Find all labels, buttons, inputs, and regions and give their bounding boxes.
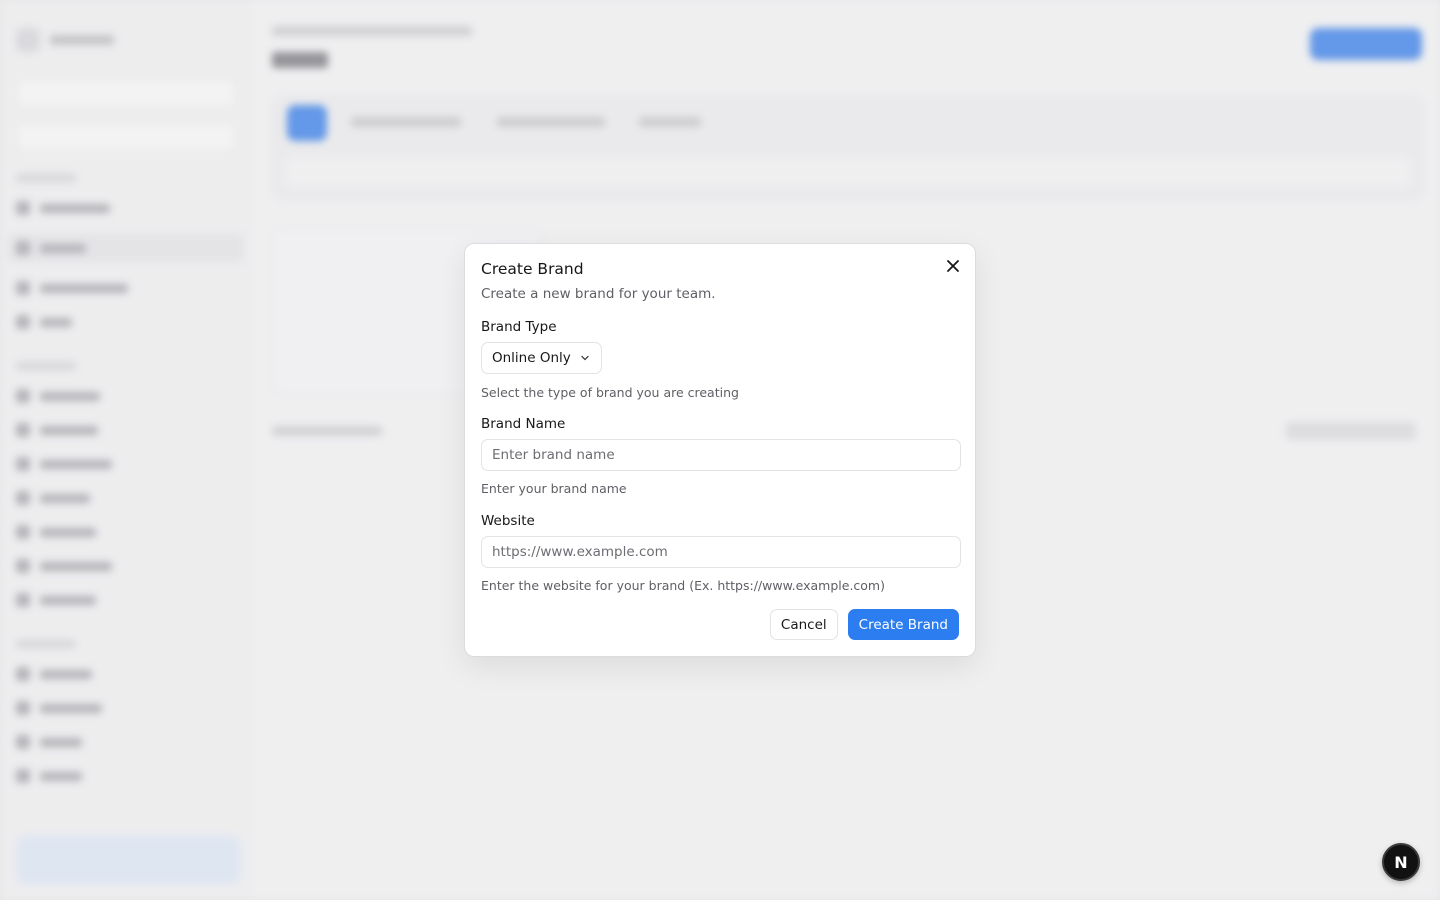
dialog-title: Create Brand: [481, 260, 584, 278]
brand-type-field: Brand Type Online Only Select the type o…: [481, 319, 959, 400]
brand-type-value: Online Only: [492, 350, 571, 366]
dev-tools-letter: N: [1394, 852, 1408, 872]
website-field: Website Enter the website for your brand…: [481, 513, 961, 593]
brand-type-select[interactable]: Online Only: [481, 342, 602, 374]
brand-type-label: Brand Type: [481, 319, 557, 335]
website-help: Enter the website for your brand (Ex. ht…: [481, 578, 885, 593]
dialog-footer: Cancel Create Brand: [769, 609, 959, 640]
chevron-down-icon: [581, 355, 589, 361]
create-brand-button[interactable]: Create Brand: [847, 609, 959, 640]
brand-name-help: Enter your brand name: [481, 481, 627, 496]
website-input[interactable]: [481, 536, 961, 568]
website-label: Website: [481, 513, 535, 529]
brand-name-field: Brand Name Enter your brand name: [481, 416, 961, 496]
dev-tools-badge[interactable]: N: [1382, 843, 1420, 881]
brand-type-help: Select the type of brand you are creatin…: [481, 385, 739, 400]
brand-name-label: Brand Name: [481, 416, 566, 432]
close-button[interactable]: [943, 256, 963, 276]
close-icon: [947, 260, 959, 272]
cancel-button[interactable]: Cancel: [769, 609, 838, 640]
dialog-description: Create a new brand for your team.: [481, 286, 716, 302]
create-brand-dialog: Create Brand Create a new brand for your…: [464, 243, 976, 657]
brand-name-input[interactable]: [481, 439, 961, 471]
